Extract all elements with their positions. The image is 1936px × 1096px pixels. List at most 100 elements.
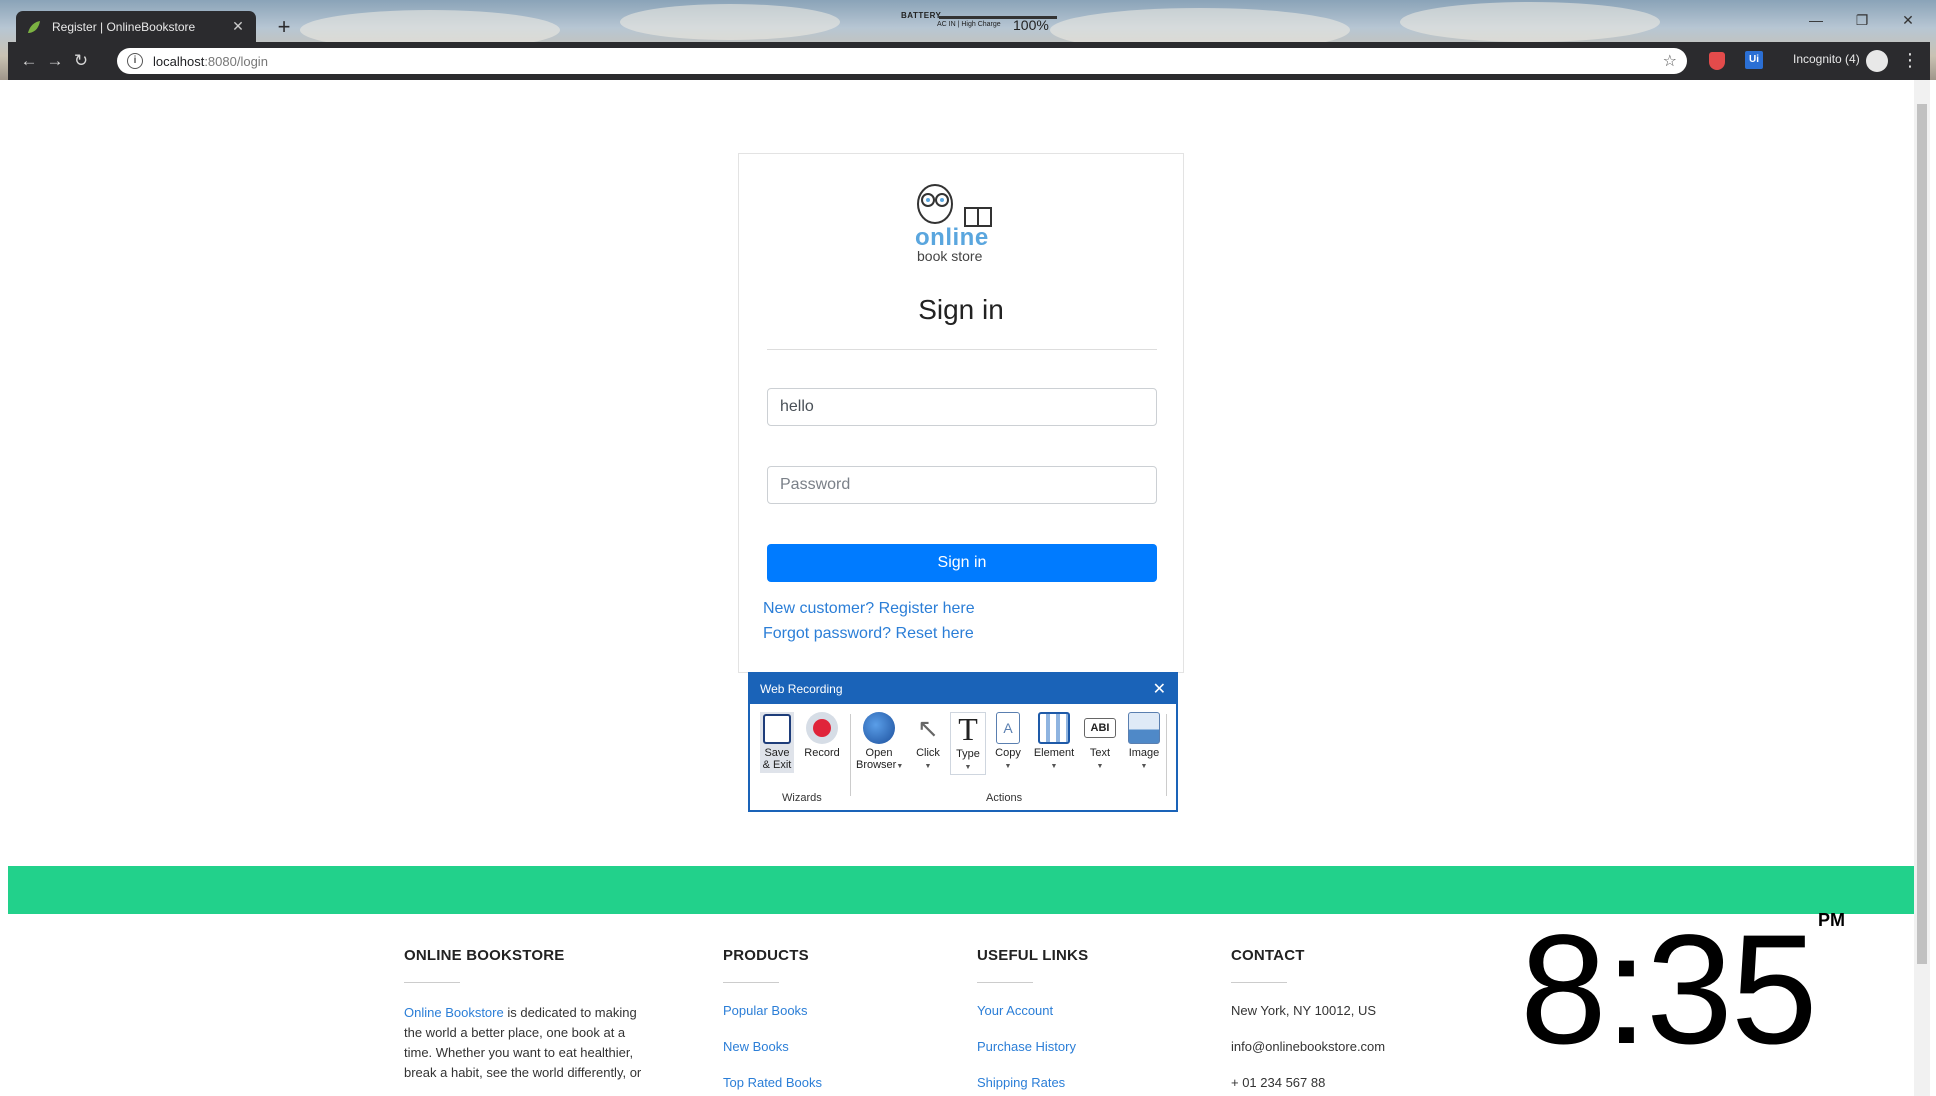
clock-ampm: PM	[1818, 910, 1845, 930]
shield-extension-icon[interactable]	[1709, 52, 1725, 70]
type-button[interactable]: T Type ▼	[950, 712, 986, 775]
address-bar[interactable]: i localhost :8080/login ☆	[117, 48, 1687, 74]
battery-percent: 100%	[1013, 17, 1049, 33]
window-controls: — ❐ ✕	[1802, 12, 1922, 29]
footer-contact: CONTACT New York, NY 10012, US info@onli…	[1231, 947, 1451, 1090]
copy-label: Copy	[995, 747, 1021, 759]
page-scrollbar[interactable]	[1914, 80, 1930, 1096]
save-icon	[763, 714, 791, 744]
username-input[interactable]: hello	[767, 388, 1157, 426]
reload-icon[interactable]: ↻	[70, 50, 92, 72]
copy-button[interactable]: A Copy ▼	[990, 712, 1026, 773]
open-browser-label: Open Browser	[856, 747, 897, 771]
browser-menu-icon[interactable]: ⋮	[1901, 50, 1919, 70]
bookmark-star-icon[interactable]: ☆	[1663, 51, 1677, 71]
login-card: online book store Sign in hello Password…	[738, 153, 1184, 673]
wizards-group-label: Wizards	[782, 792, 822, 804]
footer-product-link[interactable]: Popular Books	[723, 1003, 808, 1018]
browser-titlebar: Register | OnlineBookstore ✕ + BATTERY A…	[8, 8, 1930, 42]
title-divider	[767, 349, 1157, 350]
cursor-icon: ↖	[917, 713, 939, 743]
battery-label: BATTERY	[901, 11, 942, 20]
actions-group-label: Actions	[986, 792, 1023, 804]
uipath-extension-icon[interactable]: Ui	[1745, 51, 1763, 69]
heading-underline	[1231, 982, 1287, 983]
site-logo[interactable]: online book store	[915, 184, 1011, 266]
window-close-icon[interactable]: ✕	[1894, 12, 1922, 29]
desktop-clock: 8:35 PM	[1520, 903, 1880, 1077]
battery-status: AC IN | High Charge	[937, 21, 1001, 28]
footer-product-link[interactable]: New Books	[723, 1039, 789, 1054]
record-label: Record	[804, 747, 840, 759]
password-input[interactable]: Password	[767, 466, 1157, 504]
element-button[interactable]: Element ▼	[1032, 712, 1076, 773]
footer-contact-address: New York, NY 10012, US	[1231, 1003, 1377, 1018]
heading-underline	[723, 982, 779, 983]
footer-useful-links: USEFUL LINKS Your Account Purchase Histo…	[977, 947, 1177, 1090]
record-icon	[806, 712, 838, 744]
click-label: Click	[916, 747, 940, 759]
save-exit-button[interactable]: Save & Exit	[760, 712, 794, 773]
open-browser-button[interactable]: Open Browser▼	[856, 712, 903, 773]
element-label: Element	[1033, 747, 1075, 759]
type-label: Type	[956, 748, 980, 760]
footer-about: ONLINE BOOKSTORE Online Bookstore is ded…	[404, 947, 664, 1080]
footer-product-link[interactable]: Top Rated Books	[723, 1075, 822, 1090]
footer-useful-link[interactable]: Purchase History	[977, 1039, 1076, 1054]
heading-underline	[977, 982, 1033, 983]
toolbar-separator	[850, 714, 851, 796]
save-exit-label: Save & Exit	[762, 747, 792, 771]
forgot-password-link[interactable]: Forgot password? Reset here	[763, 625, 974, 643]
owl-book-icon	[917, 184, 992, 227]
restore-icon[interactable]: ❐	[1848, 12, 1876, 29]
footer-useful-link[interactable]: Your Account	[977, 1003, 1053, 1018]
footer-contact-heading: CONTACT	[1231, 947, 1305, 964]
leaf-icon	[28, 20, 40, 33]
record-button[interactable]: Record	[802, 712, 842, 759]
back-icon[interactable]: ←	[18, 50, 40, 72]
browser-tab[interactable]: Register | OnlineBookstore ✕	[16, 11, 256, 42]
page-title: Sign in	[918, 294, 1004, 325]
incognito-icon[interactable]	[1866, 50, 1888, 72]
image-icon	[1128, 712, 1160, 744]
footer-products-heading: PRODUCTS	[723, 947, 809, 964]
image-button[interactable]: Image ▼	[1124, 712, 1164, 773]
footer-products: PRODUCTS Popular Books New Books Top Rat…	[723, 947, 923, 1090]
footer-about-heading: ONLINE BOOKSTORE	[404, 947, 565, 964]
type-icon: T	[958, 711, 978, 747]
register-link[interactable]: New customer? Register here	[763, 600, 975, 618]
text-icon: ABI	[1084, 718, 1116, 738]
text-label: Text	[1089, 747, 1111, 759]
web-recording-toolbar: Save & Exit Record Open Browser▼ ↖ Click…	[750, 704, 1176, 812]
copy-icon: A	[996, 712, 1020, 744]
footer-useful-link[interactable]: Shipping Rates	[977, 1075, 1065, 1090]
footer-contact-email: info@onlinebookstore.com	[1231, 1039, 1386, 1054]
url-path: :8080/login	[204, 53, 268, 69]
toolbar-separator	[1166, 714, 1167, 796]
web-recording-panel: Web Recording ✕ Save & Exit Record Open …	[748, 672, 1178, 812]
footer-about-text: Online Bookstore is dedicated to making …	[404, 1003, 654, 1083]
close-tab-icon[interactable]: ✕	[230, 18, 246, 35]
globe-icon	[863, 712, 895, 744]
image-label: Image	[1128, 747, 1160, 759]
text-button[interactable]: ABI Text ▼	[1082, 712, 1118, 773]
web-recording-title: Web Recording	[760, 682, 843, 696]
forward-icon[interactable]: →	[44, 50, 66, 72]
battery-widget: BATTERY AC IN | High Charge 100%	[893, 11, 1063, 39]
footer-links-heading: USEFUL LINKS	[977, 947, 1089, 964]
clock-time: 8:35	[1520, 903, 1818, 1077]
scrollbar-thumb[interactable]	[1917, 104, 1927, 964]
about-link[interactable]: Online Bookstore	[404, 1005, 504, 1020]
url-host: localhost	[153, 53, 205, 69]
footer-contact-phone: + 01 234 567 88	[1231, 1075, 1326, 1090]
site-info-icon[interactable]: i	[127, 53, 143, 69]
click-button[interactable]: ↖ Click ▼	[910, 712, 946, 773]
incognito-label[interactable]: Incognito (4)	[1793, 52, 1860, 66]
close-recorder-icon[interactable]: ✕	[1153, 679, 1166, 699]
browser-toolbar: ← → ↻ i localhost :8080/login ☆ Ui Incog…	[8, 42, 1930, 80]
sign-in-button[interactable]: Sign in	[767, 544, 1157, 582]
new-tab-button[interactable]: +	[270, 14, 298, 42]
heading-underline	[404, 982, 460, 983]
minimize-icon[interactable]: —	[1802, 12, 1830, 29]
tab-title: Register | OnlineBookstore	[52, 19, 196, 34]
